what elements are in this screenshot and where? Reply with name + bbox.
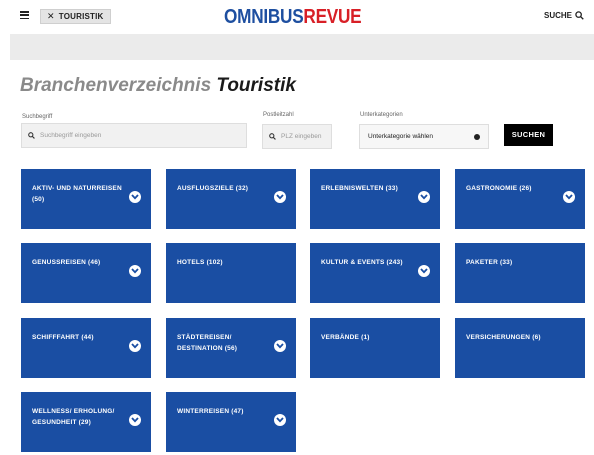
close-icon[interactable]: ✕ <box>47 11 55 21</box>
category-tile-aktiv-naturreisen[interactable]: AKTIV- UND NATURREISEN (50) <box>21 169 151 229</box>
zip-placeholder: PLZ eingeben <box>281 133 322 140</box>
category-tile-label: ERLEBNISWELTEN (33) <box>321 185 398 192</box>
chevron-down-icon[interactable] <box>274 191 286 203</box>
active-filter-tag-label: TOURISTIK <box>58 12 104 21</box>
search-icon <box>28 132 35 139</box>
category-tile-wellness[interactable]: WELLNESS/ ERHOLUNG/ GESUNDHEIT (29) <box>21 392 151 452</box>
site-logo[interactable]: OMNIBUSREVUE <box>224 6 362 29</box>
category-tile-label: AKTIV- UND NATURREISEN (50) <box>32 185 122 203</box>
category-tile-erlebniswelten[interactable]: ERLEBNISWELTEN (33) <box>310 169 440 229</box>
header-search-label: SUCHE <box>543 11 572 20</box>
zip-input[interactable]: PLZ eingeben <box>262 124 332 149</box>
subcategory-label: Unterkategorien <box>360 112 403 118</box>
active-filter-tag[interactable]: ✕ TOURISTIK <box>40 9 111 24</box>
site-header: ✕ TOURISTIK OMNIBUSREVUE SUCHE <box>0 0 594 34</box>
chevron-down-icon[interactable] <box>418 265 430 277</box>
category-tile-verbaende[interactable]: VERBÄNDE (1) <box>310 318 440 378</box>
subcategory-select-value: Unterkategorie wählen <box>368 133 434 140</box>
category-tile-label: AUSFLUGSZIELE (32) <box>177 185 249 192</box>
hamburger-menu-icon[interactable] <box>20 11 29 20</box>
chevron-down-icon[interactable] <box>129 191 141 203</box>
chevron-down-icon[interactable] <box>418 191 430 203</box>
keyword-placeholder: Suchbegriff eingeben <box>40 132 102 139</box>
chevron-down-icon[interactable] <box>129 414 141 426</box>
category-tile-label: WINTERREISEN (47) <box>177 408 244 415</box>
submit-search-button[interactable]: SUCHEN <box>504 124 553 146</box>
category-tile-label: GASTRONOMIE (26) <box>466 185 532 192</box>
logo-part-omnibus: OMNIBUS <box>224 6 304 28</box>
logo-part-revue: REVUE <box>303 6 362 28</box>
category-tile-label: VERSICHERUNGEN (6) <box>466 334 541 341</box>
category-tile-label: GENUSSREISEN (46) <box>32 259 101 266</box>
category-tile-genussreisen[interactable]: GENUSSREISEN (46) <box>21 243 151 303</box>
category-tile-kultur-events[interactable]: KULTUR & EVENTS (243) <box>310 243 440 303</box>
category-tile-versicherungen[interactable]: VERSICHERUNGEN (6) <box>455 318 585 378</box>
category-tile-schifffahrt[interactable]: SCHIFFFAHRT (44) <box>21 318 151 378</box>
category-tile-ausflugsziele[interactable]: AUSFLUGSZIELE (32) <box>166 169 296 229</box>
chevron-down-icon[interactable] <box>274 340 286 352</box>
subcategory-select[interactable]: Unterkategorie wählen <box>359 124 489 149</box>
category-tile-label: HOTELS (102) <box>177 259 223 266</box>
keyword-input[interactable]: Suchbegriff eingeben <box>21 123 247 148</box>
category-tile-staedtereisen[interactable]: STÄDTEREISEN/ DESTINATION (56) <box>166 318 296 378</box>
chevron-down-icon[interactable] <box>129 340 141 352</box>
category-tile-label: KULTUR & EVENTS (243) <box>321 259 403 266</box>
category-tile-label: STÄDTEREISEN/ DESTINATION (56) <box>177 334 238 352</box>
chevron-down-icon[interactable] <box>129 265 141 277</box>
page-title-prefix: Branchenverzeichnis <box>20 75 212 96</box>
zip-label: Postleitzahl <box>263 112 294 118</box>
search-icon <box>575 11 584 20</box>
search-icon <box>269 133 276 140</box>
category-tile-label: WELLNESS/ ERHOLUNG/ GESUNDHEIT (29) <box>32 408 115 426</box>
category-tile-label: PAKETER (33) <box>466 259 513 266</box>
ad-banner-placeholder <box>10 34 594 60</box>
keyword-label: Suchbegriff <box>22 114 53 120</box>
category-tile-label: SCHIFFFAHRT (44) <box>32 334 94 341</box>
category-tile-label: VERBÄNDE (1) <box>321 334 370 341</box>
page-title: Branchenverzeichnis Touristik <box>20 75 296 97</box>
category-tile-gastronomie[interactable]: GASTRONOMIE (26) <box>455 169 585 229</box>
category-tile-paketer[interactable]: PAKETER (33) <box>455 243 585 303</box>
header-search-button[interactable]: SUCHE <box>544 11 584 20</box>
chevron-down-icon[interactable] <box>563 191 575 203</box>
chevron-down-icon[interactable] <box>274 414 286 426</box>
dropdown-indicator-icon <box>474 134 480 140</box>
page-title-suffix: Touristik <box>216 75 296 96</box>
category-tile-hotels[interactable]: HOTELS (102) <box>166 243 296 303</box>
category-tile-winterreisen[interactable]: WINTERREISEN (47) <box>166 392 296 452</box>
